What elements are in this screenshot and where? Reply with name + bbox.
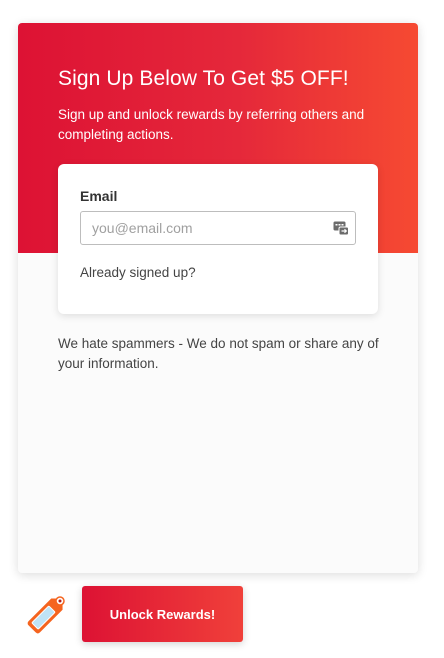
rewards-launcher-icon-button[interactable] [22,586,72,642]
email-field[interactable] [81,212,322,244]
page-subtitle: Sign up and unlock rewards by referring … [58,107,365,142]
page-title: Sign Up Below To Get $5 OFF! [58,67,349,90]
signup-card: Email Already signed up? [58,164,378,314]
rewards-panel: Sign Up Below To Get $5 OFF! Sign up and… [18,23,418,573]
price-tag-icon [27,596,65,634]
email-field-wrapper [80,211,356,245]
already-signed-up-link[interactable]: Already signed up? [80,265,196,280]
autofill-icon[interactable] [333,220,349,236]
email-label: Email [80,188,118,204]
unlock-rewards-button[interactable]: Unlock Rewards! [82,586,243,642]
privacy-note: We hate spammers - We do not spam or sha… [58,336,379,371]
